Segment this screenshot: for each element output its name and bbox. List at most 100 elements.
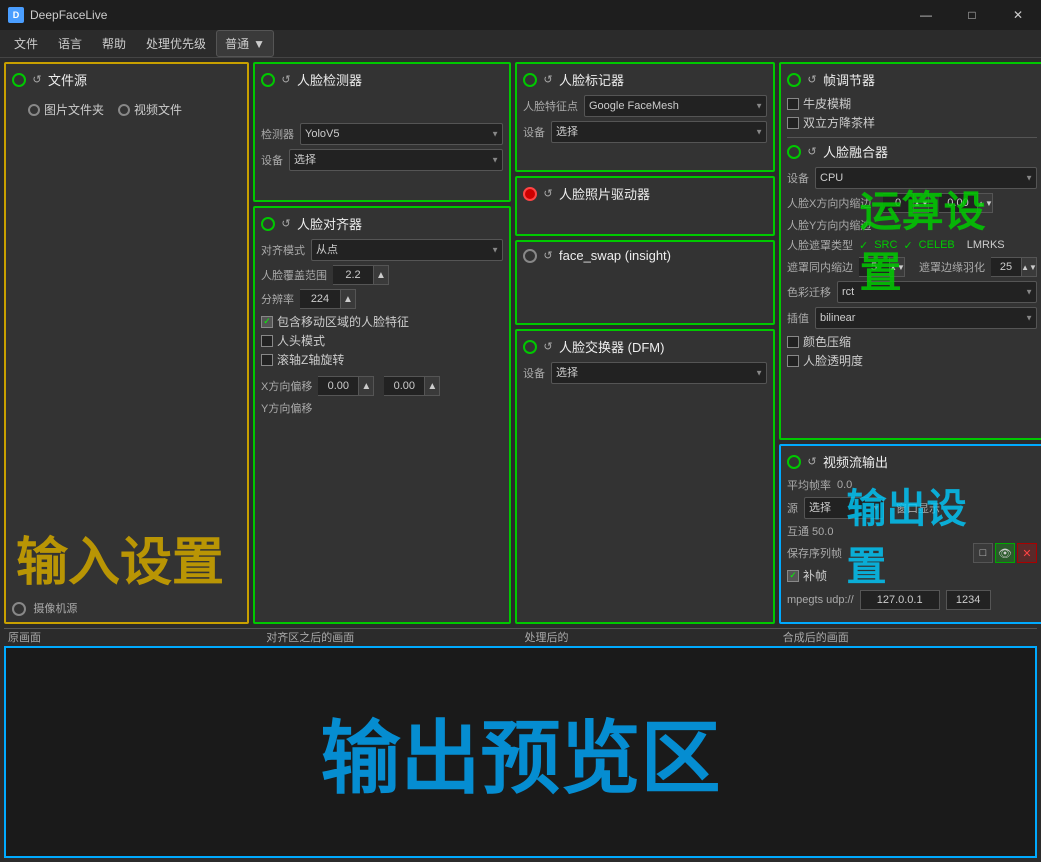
- coverage-up[interactable]: ▲: [373, 265, 389, 285]
- cb-head-mode[interactable]: 人头模式: [261, 332, 503, 349]
- tag-src: ✓: [859, 239, 868, 252]
- detect-device-select[interactable]: 选择: [289, 149, 503, 171]
- erosion-up[interactable]: ▲▼: [889, 257, 905, 277]
- detect-device-row: 设备 选择: [261, 149, 503, 171]
- face-align-power[interactable]: [261, 217, 275, 231]
- y-offset-row: Y方向偏移: [261, 400, 503, 416]
- face-swap-insight-power[interactable]: [523, 249, 537, 263]
- landmark-device-wrapper: 选择: [551, 121, 767, 143]
- video-output-power[interactable]: [787, 455, 801, 469]
- input-refresh-btn[interactable]: ↺: [30, 73, 44, 87]
- dfm-device-row: 设备 选择: [523, 362, 767, 384]
- face-type-row: 人脸遮罩类型 ✓ SRC ✓ CELEB LMRKS: [787, 237, 1037, 253]
- feature-select[interactable]: Google FaceMesh: [584, 95, 767, 117]
- x-offset-input2[interactable]: [384, 376, 424, 396]
- merger-device-select[interactable]: CPU: [815, 167, 1037, 189]
- face-x-input2[interactable]: [939, 193, 977, 213]
- coverage-spinner: ▲: [333, 265, 389, 285]
- face-merger-refresh[interactable]: ↺: [805, 145, 819, 159]
- x-offset-up2[interactable]: ▲: [424, 376, 440, 396]
- landmark-device-select[interactable]: 选择: [551, 121, 767, 143]
- face-detect-power[interactable]: [261, 73, 275, 87]
- window-controls[interactable]: — □ ✕: [903, 0, 1041, 30]
- app-icon: D: [8, 7, 24, 23]
- menu-priority[interactable]: 处理优先级: [136, 31, 216, 56]
- face-swap-insight-refresh[interactable]: ↺: [541, 249, 555, 263]
- cb-sharpen[interactable]: 牛皮模糊: [787, 95, 1037, 112]
- erosion-input[interactable]: [859, 257, 889, 277]
- video-output-refresh[interactable]: ↺: [805, 455, 819, 469]
- cb-denoise[interactable]: 双立方降茶样: [787, 114, 1037, 131]
- face-photo-refresh[interactable]: ↺: [541, 187, 555, 201]
- face-landmark-power[interactable]: [523, 73, 537, 87]
- cb-roll-z-box: [261, 354, 273, 366]
- coverage-input[interactable]: [333, 265, 373, 285]
- dfm-device-select[interactable]: 选择: [551, 362, 767, 384]
- face-landmark-title: 人脸标记器: [559, 70, 624, 89]
- cb-denoise-box: [787, 117, 799, 129]
- face-swap-dfm-refresh[interactable]: ↺: [541, 340, 555, 354]
- cb-face-opacity[interactable]: 人脸透明度: [787, 352, 1037, 369]
- port-input[interactable]: [946, 590, 991, 610]
- cb-include-moving[interactable]: 包含移动区域的人脸特征: [261, 313, 503, 330]
- resolution-input[interactable]: [300, 289, 340, 309]
- menu-language[interactable]: 语言: [48, 31, 92, 56]
- menu-file[interactable]: 文件: [4, 31, 48, 56]
- face-x-up1[interactable]: ▲▼: [913, 193, 929, 213]
- priority-dropdown[interactable]: 普通 ▼: [216, 30, 274, 57]
- preview-label-1: 对齐区之后的画面: [262, 628, 520, 646]
- ip-input[interactable]: [860, 590, 940, 610]
- vo-source-select[interactable]: 选择: [804, 497, 884, 519]
- merger-device-wrapper: CPU: [815, 167, 1037, 189]
- face-detect-refresh[interactable]: ↺: [279, 73, 293, 87]
- cb-supplement[interactable]: 补帧: [787, 567, 1037, 584]
- detector-select[interactable]: YoloV5: [300, 123, 503, 145]
- resolution-up[interactable]: ▲: [340, 289, 356, 309]
- cb-color-compression[interactable]: 颜色压缩: [787, 333, 1037, 350]
- interpolation-select[interactable]: bilinear: [815, 307, 1037, 329]
- face-merger-header: ↺ 人脸融合器: [787, 142, 1037, 161]
- x-offset-input[interactable]: [318, 376, 358, 396]
- radio-image-folder[interactable]: 图片文件夹: [28, 101, 104, 118]
- cb-roll-z[interactable]: 滚轴Z轴旋转: [261, 351, 503, 368]
- menu-help[interactable]: 帮助: [92, 31, 136, 56]
- color-transfer-select[interactable]: rct: [837, 281, 1037, 303]
- maximize-button[interactable]: □: [949, 0, 995, 30]
- detect-device-wrapper: 选择: [289, 149, 503, 171]
- color-transfer-wrapper: rct: [837, 281, 1037, 303]
- face-merger-power[interactable]: [787, 145, 801, 159]
- input-power-btn[interactable]: [12, 73, 26, 87]
- cb-head-mode-box: [261, 335, 273, 347]
- source-row: 源 选择 窗口显示: [787, 497, 1037, 519]
- close-button[interactable]: ✕: [995, 0, 1041, 30]
- face-align-refresh[interactable]: ↺: [279, 217, 293, 231]
- tag-celeb-check: ✓: [903, 239, 912, 252]
- camera-power-btn[interactable]: [12, 602, 26, 616]
- video-output-header: ↺ 视频流输出: [787, 452, 1037, 471]
- radio-video-file[interactable]: 视频文件: [118, 101, 182, 118]
- minimize-button[interactable]: —: [903, 0, 949, 30]
- feature-wrapper: Google FaceMesh: [584, 95, 767, 117]
- blur-input[interactable]: [991, 257, 1021, 277]
- landmark-device-row: 设备 选择: [523, 121, 767, 143]
- blur-up[interactable]: ▲▼: [1021, 257, 1037, 277]
- preview-row: 原画面 对齐区之后的画面 处理后的 合成后的画面 输出预览区: [0, 628, 1041, 862]
- face-x-up2[interactable]: ▲▼: [977, 193, 993, 213]
- face-swap-dfm-power[interactable]: [523, 340, 537, 354]
- face-landmark-refresh[interactable]: ↺: [541, 73, 555, 87]
- align-mode-select[interactable]: 从点: [311, 239, 503, 261]
- input-panel: ↺ 文件源 图片文件夹 视频文件 摄像机源 输入设置: [4, 62, 249, 624]
- frame-adjuster-refresh[interactable]: ↺: [805, 73, 819, 87]
- face-x-input1[interactable]: [883, 193, 913, 213]
- blur-spinner: ▲▼: [991, 257, 1037, 277]
- keep-frames-eye[interactable]: 👁: [995, 543, 1015, 563]
- keep-frames-close[interactable]: ✕: [1017, 543, 1037, 563]
- keep-frames-row: 保存序列帧 □ 👁 ✕: [787, 543, 1037, 563]
- right-panels: ↺ 帧调节器 牛皮模糊 双立方降茶样 ↺ 人脸融合器: [779, 62, 1041, 624]
- feature-row: 人脸特征点 Google FaceMesh: [523, 95, 767, 117]
- keep-frames-btn1[interactable]: □: [973, 543, 993, 563]
- face-detect-panel: ↺ 人脸检测器 检测器 YoloV5 设备 选择: [253, 62, 511, 202]
- face-detect-title: 人脸检测器: [297, 70, 362, 89]
- x-offset-up[interactable]: ▲: [358, 376, 374, 396]
- frame-adjuster-power[interactable]: [787, 73, 801, 87]
